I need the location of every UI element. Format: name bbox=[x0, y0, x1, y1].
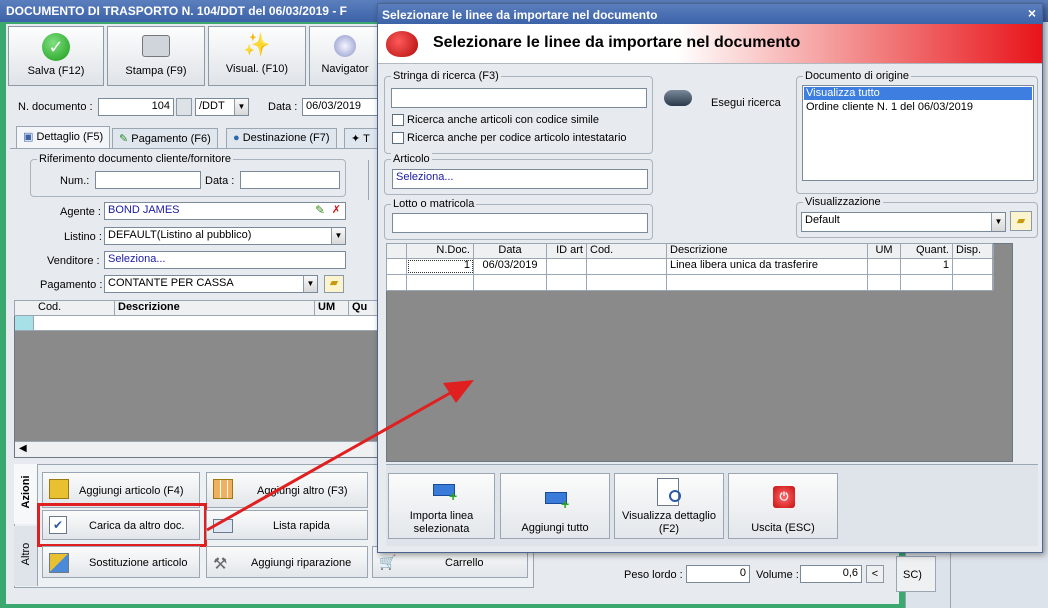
annotation-arrow-line bbox=[206, 390, 453, 532]
annotation-arrow bbox=[206, 380, 474, 532]
annotation-arrow-head bbox=[443, 380, 474, 403]
